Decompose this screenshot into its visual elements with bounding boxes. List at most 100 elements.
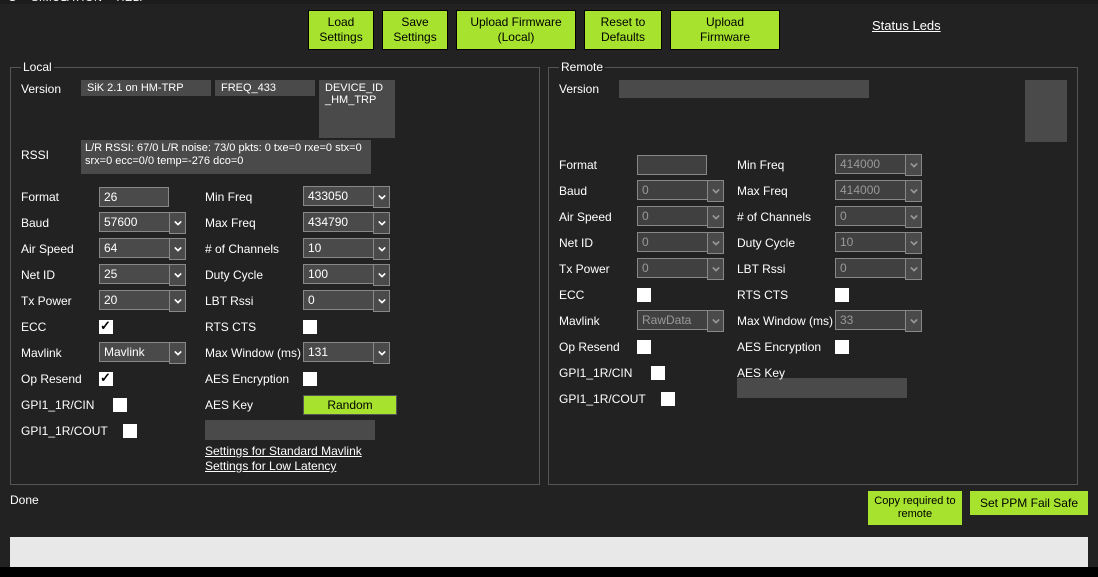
menu-sim[interactable]: SIMULATION — [31, 0, 102, 4]
local-aeskey-input[interactable] — [205, 420, 375, 440]
local-rts-checkbox[interactable] — [303, 320, 317, 334]
chevron-down-icon[interactable] — [707, 206, 724, 228]
remote-mavlink-select[interactable] — [637, 310, 707, 330]
local-lbt-select[interactable] — [303, 290, 373, 310]
chevron-down-icon[interactable] — [169, 212, 186, 234]
r-rts-label: RTS CTS — [737, 288, 835, 302]
remote-tx-select[interactable] — [637, 258, 707, 278]
chevron-down-icon[interactable] — [373, 238, 390, 260]
remote-maxw-select[interactable] — [835, 310, 905, 330]
remote-panel: Remote Version Format Baud Air Speed Net… — [548, 60, 1078, 485]
chevron-down-icon[interactable] — [169, 342, 186, 364]
remote-aesenc-checkbox[interactable] — [835, 340, 849, 354]
txpower-label: Tx Power — [21, 294, 99, 308]
status-leds-link[interactable]: Status Leds — [872, 18, 941, 33]
chevron-down-icon[interactable] — [373, 186, 390, 208]
set-ppm-failsafe-button[interactable]: Set PPM Fail Safe — [970, 491, 1088, 515]
local-rssi: L/R RSSI: 67/0 L/R noise: 73/0 pkts: 0 t… — [81, 140, 371, 174]
remote-lbt-select[interactable] — [835, 258, 905, 278]
r-ecc-label: ECC — [559, 288, 637, 302]
save-settings-button[interactable]: Save Settings — [382, 10, 448, 50]
low-latency-link[interactable]: Settings for Low Latency — [205, 459, 525, 474]
remote-legend: Remote — [559, 60, 605, 74]
chevron-down-icon[interactable] — [707, 180, 724, 202]
remote-baud-select[interactable] — [637, 180, 707, 200]
local-ecc-checkbox[interactable] — [99, 320, 113, 334]
remote-noc-select[interactable] — [835, 206, 905, 226]
random-button[interactable]: Random — [303, 395, 397, 415]
local-opresend-checkbox[interactable] — [99, 372, 113, 386]
local-maxw-select[interactable] — [303, 342, 373, 362]
standard-mavlink-link[interactable]: Settings for Standard Mavlink — [205, 444, 525, 459]
local-freq: FREQ_433 — [215, 80, 315, 96]
chevron-down-icon[interactable] — [373, 264, 390, 286]
remote-placeholder-box — [1025, 80, 1067, 142]
remote-gcin-checkbox[interactable] — [651, 366, 665, 380]
remote-version-label: Version — [559, 80, 619, 96]
chevron-down-icon[interactable] — [373, 290, 390, 312]
local-gpi-cin-checkbox[interactable] — [113, 398, 127, 412]
remote-minf-select[interactable] — [835, 154, 905, 174]
local-gpi-cout-checkbox[interactable] — [123, 424, 137, 438]
local-baud-select[interactable] — [99, 212, 169, 232]
local-duty-select[interactable] — [303, 264, 373, 284]
local-format-input[interactable] — [99, 187, 169, 207]
r-lbt-label: LBT Rssi — [737, 262, 835, 276]
chevron-down-icon[interactable] — [169, 290, 186, 312]
chevron-down-icon[interactable] — [905, 310, 922, 332]
chevron-down-icon[interactable] — [169, 264, 186, 286]
r-air-label: Air Speed — [559, 210, 637, 224]
chevron-down-icon[interactable] — [373, 342, 390, 364]
local-txpower-select[interactable] — [99, 290, 169, 310]
remote-rts-checkbox[interactable] — [835, 288, 849, 302]
r-baud-label: Baud — [559, 184, 637, 198]
local-netid-select[interactable] — [99, 264, 169, 284]
menu-help[interactable]: HELP — [116, 0, 147, 4]
reset-defaults-button[interactable]: Reset to Defaults — [584, 10, 662, 50]
chevron-down-icon[interactable] — [905, 206, 922, 228]
upload-firmware-button[interactable]: Upload Firmware — [670, 10, 780, 50]
upload-firmware-local-button[interactable]: Upload Firmware (Local) — [456, 10, 576, 50]
local-version: SiK 2.1 on HM-TRP — [81, 80, 211, 96]
aesenc-label: AES Encryption — [205, 372, 303, 386]
gpi-cout-label: GPI1_1R/COUT — [21, 424, 123, 438]
remote-ecc-checkbox[interactable] — [637, 288, 651, 302]
chevron-down-icon[interactable] — [707, 232, 724, 254]
chevron-down-icon[interactable] — [905, 232, 922, 254]
copy-to-remote-button[interactable]: Copy required to remote — [868, 491, 962, 525]
chevron-down-icon[interactable] — [707, 310, 724, 332]
chevron-down-icon[interactable] — [905, 180, 922, 202]
menu-g[interactable]: G — [8, 0, 17, 4]
remote-maxf-select[interactable] — [835, 180, 905, 200]
chevron-down-icon[interactable] — [169, 238, 186, 260]
local-airspeed-select[interactable] — [99, 238, 169, 258]
local-maxfreq-select[interactable] — [303, 212, 373, 232]
local-mavlink-select[interactable] — [99, 342, 169, 362]
remote-version — [619, 80, 869, 98]
remote-duty-select[interactable] — [835, 232, 905, 252]
local-noc-select[interactable] — [303, 238, 373, 258]
mavlink-label: Mavlink — [21, 346, 99, 360]
r-format-label: Format — [559, 158, 637, 172]
remote-gcout-checkbox[interactable] — [661, 392, 675, 406]
local-panel: Local Version SiK 2.1 on HM-TRP FREQ_433… — [10, 60, 540, 485]
airspeed-label: Air Speed — [21, 242, 99, 256]
remote-format-input[interactable] — [637, 155, 707, 175]
rssi-label: RSSI — [21, 140, 81, 162]
remote-op-checkbox[interactable] — [637, 340, 651, 354]
status-text: Done — [10, 491, 39, 507]
local-aesenc-checkbox[interactable] — [303, 372, 317, 386]
chevron-down-icon[interactable] — [373, 212, 390, 234]
footer-bar — [10, 537, 1088, 567]
remote-aeskey-input[interactable] — [737, 378, 907, 398]
remote-air-select[interactable] — [637, 206, 707, 226]
local-minfreq-select[interactable] — [303, 186, 373, 206]
load-settings-button[interactable]: Load Settings — [308, 10, 374, 50]
chevron-down-icon[interactable] — [905, 154, 922, 176]
r-aesenc-label: AES Encryption — [737, 340, 835, 354]
local-legend: Local — [21, 60, 54, 74]
r-maxw-label: Max Window (ms) — [737, 314, 835, 328]
chevron-down-icon[interactable] — [905, 258, 922, 280]
chevron-down-icon[interactable] — [707, 258, 724, 280]
remote-net-select[interactable] — [637, 232, 707, 252]
